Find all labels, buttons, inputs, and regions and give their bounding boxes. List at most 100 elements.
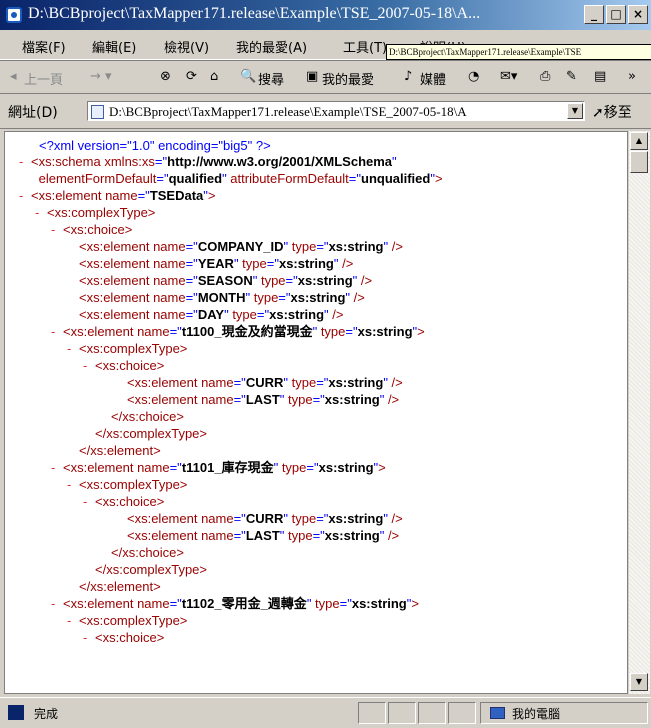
collapse-toggle[interactable]: - [51, 595, 63, 612]
xml-equals-quote: =" [233, 511, 246, 526]
minimize-button[interactable]: _ [584, 5, 604, 24]
history-icon[interactable]: ◔ [468, 69, 479, 84]
xml-line: - <xs:element name="TSEData"> [19, 187, 216, 204]
xml-attr-value: xs:string [324, 528, 380, 543]
xml-attr-name: name [149, 290, 186, 305]
close-button[interactable]: × [628, 5, 648, 24]
xml-tag: <xs:element [31, 188, 102, 203]
refresh-icon[interactable]: ⟳ [186, 69, 197, 84]
forward-button[interactable]: → ▾ [90, 69, 112, 84]
address-dropdown-icon[interactable]: ▼ [567, 103, 583, 119]
scroll-thumb[interactable] [630, 151, 648, 173]
xml-equals-quote: =" [278, 290, 291, 305]
print-icon[interactable]: ⎙ [540, 69, 550, 84]
collapse-toggle[interactable]: - [83, 493, 95, 510]
xml-line: <xs:element name="DAY" type="xs:string" … [67, 306, 343, 323]
toolbar-overflow-icon[interactable]: » [628, 69, 636, 84]
favorites-button[interactable]: 我的最愛 [322, 69, 374, 88]
collapse-toggle[interactable]: - [67, 476, 79, 493]
search-button[interactable]: 搜尋 [258, 69, 284, 88]
collapse-toggle[interactable]: - [51, 459, 63, 476]
back-arrow-icon[interactable]: ◂ [10, 69, 17, 84]
xml-tag: <xs:element [79, 273, 150, 288]
xml-attr-name: type [278, 460, 307, 475]
xml-tag: <xs:complexType> [79, 613, 188, 628]
scroll-up-icon[interactable]: ▲ [630, 132, 648, 150]
collapse-toggle[interactable]: - [83, 357, 95, 374]
zone-text: 我的電腦 [512, 707, 561, 721]
xml-tag-close: /> [328, 307, 344, 322]
mail-icon[interactable]: ✉▾ [500, 69, 517, 84]
back-button[interactable]: 上一頁 [24, 69, 63, 88]
xml-equals-quote: =" [185, 256, 198, 271]
collapse-toggle[interactable]: - [67, 612, 79, 629]
xml-attr-value: xs:string [328, 511, 384, 526]
collapse-toggle[interactable]: - [19, 187, 31, 204]
xml-tag: <xs:element [79, 290, 150, 305]
xml-line: - <xs:choice> [83, 357, 164, 374]
xml-declaration: <?xml version="1.0" encoding="big5" ?> [39, 137, 271, 154]
xml-tag: <xs:complexType> [79, 477, 188, 492]
collapse-toggle[interactable]: - [19, 153, 31, 170]
search-icon[interactable]: 🔍 [240, 69, 256, 84]
xml-attr-value: t1101_庫存現金 [181, 460, 274, 475]
xml-attr-value: LAST [245, 528, 280, 543]
xml-line: </xs:complexType> [83, 425, 207, 442]
xml-attr-name: type [288, 375, 317, 390]
xml-tag: </xs:choice> [111, 545, 184, 560]
xml-line: - <xs:element name="t1100_現金及約當現金" type="… [51, 323, 425, 340]
collapse-toggle[interactable]: - [35, 204, 47, 221]
xml-tag-close: > [378, 460, 386, 475]
xml-line: </xs:complexType> [83, 561, 207, 578]
xml-attr-value: xs:string [318, 460, 374, 475]
menu-file[interactable]: 檔案(F) [22, 37, 66, 56]
home-icon[interactable]: ⌂ [210, 69, 218, 84]
xml-attr-name: name [101, 188, 138, 203]
media-button[interactable]: 媒體 [420, 69, 446, 88]
xml-tag: <xs:element [127, 528, 198, 543]
address-input[interactable]: D:\BCBproject\TaxMapper171.release\Examp… [87, 101, 585, 121]
xml-attr-value: qualified [168, 171, 223, 186]
menu-tools[interactable]: 工具(T) [343, 37, 387, 56]
xml-tag-close: > [417, 324, 425, 339]
xml-tag: <xs:element [79, 256, 150, 271]
maximize-button[interactable]: □ [606, 5, 626, 24]
xml-attr-value: xs:string [324, 392, 380, 407]
collapse-toggle[interactable]: - [51, 323, 63, 340]
collapse-toggle[interactable]: - [51, 221, 63, 238]
xml-line: </xs:element> [67, 578, 161, 595]
xml-tag: <xs:element [127, 375, 198, 390]
zone-pane [480, 702, 648, 724]
xml-tag: <xs:schema [31, 154, 101, 169]
xml-line: - <xs:complexType> [35, 204, 155, 221]
scroll-down-icon[interactable]: ▼ [630, 673, 648, 691]
xml-attr-name: type [288, 239, 317, 254]
xml-tag: </xs:complexType> [95, 562, 207, 577]
favorites-icon[interactable]: ▣ [306, 69, 318, 84]
media-icon[interactable]: ♪ [404, 69, 412, 84]
address-tooltip: D:\BCBproject\TaxMapper171.release\Examp… [386, 44, 651, 60]
xml-equals-quote: =" [233, 392, 246, 407]
address-value[interactable]: D:\BCBproject\TaxMapper171.release\Examp… [109, 104, 559, 120]
stop-icon[interactable]: ⊗ [160, 69, 171, 84]
title-bar[interactable]: D:\BCBproject\TaxMapper171.release\Examp… [0, 0, 651, 30]
collapse-toggle[interactable]: - [67, 340, 79, 357]
xml-attr-value: CURR [245, 511, 284, 526]
xml-attr-value: SEASON [197, 273, 253, 288]
go-button[interactable]: ➚移至 [592, 102, 632, 122]
xml-line: - <xs:complexType> [67, 612, 187, 629]
xml-attr-value: xs:string [269, 307, 325, 322]
discuss-icon[interactable]: ▤ [594, 69, 606, 84]
edit-icon[interactable]: ✎ [566, 69, 577, 84]
xml-attr-name: type [284, 392, 313, 407]
collapse-toggle[interactable]: - [83, 629, 95, 646]
xml-attr-name: xmlns:xs [100, 154, 155, 169]
xml-attr-value: xs:string [278, 256, 334, 271]
menu-edit[interactable]: 編輯(E) [92, 37, 136, 56]
go-arrow-icon: ➚ [592, 105, 604, 121]
menu-view[interactable]: 檢視(V) [164, 37, 209, 56]
xml-tag: <xs:choice> [95, 494, 165, 509]
vertical-scrollbar[interactable]: ▲ ▼ [628, 131, 650, 694]
xml-equals-quote: =" [169, 460, 182, 475]
menu-favorites[interactable]: 我的最愛(A) [236, 37, 307, 56]
